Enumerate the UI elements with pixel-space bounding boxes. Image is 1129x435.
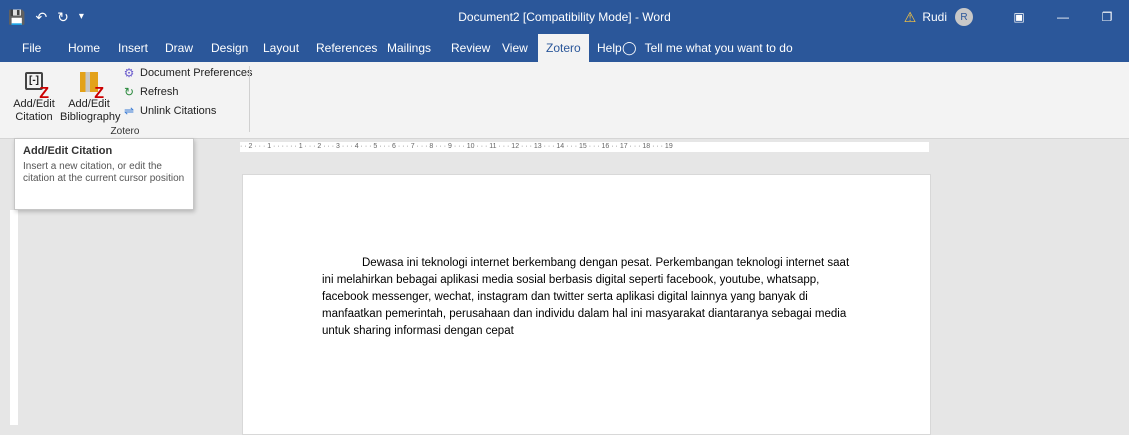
unlink-icon: ⇌: [123, 104, 135, 118]
refresh-label: Refresh: [140, 86, 179, 98]
document-preferences-label: Document Preferences: [140, 67, 253, 79]
document-page[interactable]: Dewasa ini teknologi internet berkembang…: [242, 174, 931, 435]
add-edit-bibliography-button[interactable]: Z Add/Edit Bibliography: [60, 70, 121, 124]
document-preferences-button[interactable]: ⚙ Document Preferences: [122, 66, 253, 80]
restore-icon[interactable]: ❐: [1085, 0, 1129, 34]
tab-review[interactable]: Review: [451, 34, 490, 62]
lightbulb-icon: ◯: [622, 40, 637, 55]
zotero-group-label: Zotero: [110, 126, 140, 137]
gear-icon: ⚙: [123, 66, 135, 80]
tell-me-box[interactable]: ◯ Tell me what you want to do: [622, 34, 793, 62]
tab-draw[interactable]: Draw: [165, 34, 193, 62]
group-divider: [249, 66, 250, 132]
document-paragraph[interactable]: Dewasa ini teknologi internet berkembang…: [322, 255, 862, 340]
add-edit-bibliography-label-1: Add/Edit: [68, 98, 110, 110]
tab-zotero[interactable]: Zotero: [538, 34, 589, 62]
ribbon-display-icon[interactable]: ▣: [997, 0, 1041, 34]
add-edit-bibliography-label-2: Bibliography: [60, 111, 121, 123]
vertical-ruler[interactable]: [10, 210, 18, 425]
tab-view[interactable]: View: [502, 34, 528, 62]
title-bar: 💾 ↶ ↻ ▾ Document2 [Compatibility Mode] -…: [0, 0, 1129, 34]
tab-file[interactable]: File: [22, 34, 41, 62]
avatar[interactable]: R: [955, 8, 973, 26]
refresh-icon: ↻: [123, 85, 135, 99]
unlink-citations-button[interactable]: ⇌ Unlink Citations: [122, 104, 216, 118]
tooltip-title: Add/Edit Citation: [23, 145, 113, 157]
tell-me-text: Tell me what you want to do: [644, 41, 793, 55]
add-edit-citation-label-2: Citation: [15, 111, 53, 123]
tab-insert[interactable]: Insert: [118, 34, 148, 62]
add-edit-citation-label-1: Add/Edit: [13, 98, 55, 110]
user-name[interactable]: Rudi: [922, 10, 947, 24]
tab-design[interactable]: Design: [211, 34, 248, 62]
add-citation-icon: [-] Z: [23, 72, 49, 102]
tab-layout[interactable]: Layout: [263, 34, 299, 62]
minimize-icon[interactable]: —: [1041, 0, 1085, 34]
tab-mailings[interactable]: Mailings: [387, 34, 431, 62]
zotero-ribbon: [-] Z Add/Edit Citation Z Add/Edit Biblio…: [0, 62, 1129, 139]
add-edit-citation-button[interactable]: [-] Z Add/Edit Citation: [12, 70, 56, 124]
title-right-area: ⚠ Rudi R ▣ — ❐: [904, 0, 1129, 34]
warning-icon[interactable]: ⚠: [904, 9, 917, 26]
horizontal-ruler[interactable]: · · 2 · · · 1 · · · · · · 1 · · · 2 · · …: [240, 142, 929, 152]
tab-help[interactable]: Help: [597, 34, 622, 62]
unlink-citations-label: Unlink Citations: [140, 105, 217, 117]
tab-references[interactable]: References: [316, 34, 377, 62]
tab-home[interactable]: Home: [68, 34, 100, 62]
ribbon-tabs: File Home Insert Draw Design Layout Refe…: [0, 34, 1129, 62]
add-edit-citation-tooltip: Add/Edit Citation Insert a new citation,…: [14, 138, 194, 210]
tooltip-body: Insert a new citation, or edit the citat…: [23, 161, 185, 184]
refresh-button[interactable]: ↻ Refresh: [122, 85, 179, 99]
bibliography-icon: Z: [78, 72, 104, 102]
